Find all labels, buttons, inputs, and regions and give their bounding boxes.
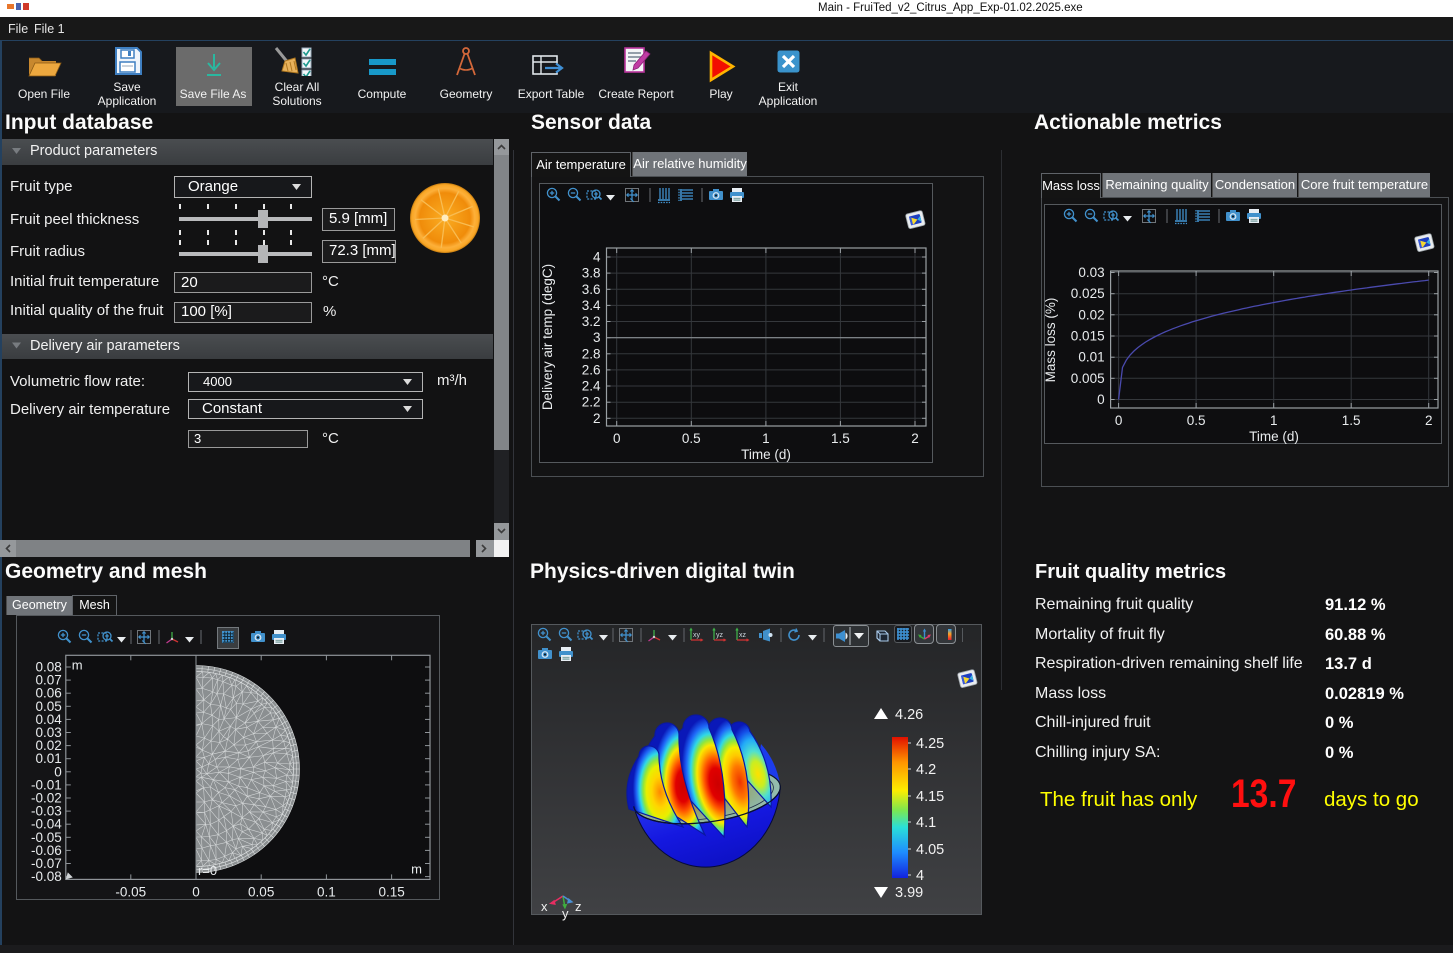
svg-text:m: m xyxy=(411,861,422,876)
svg-text:4: 4 xyxy=(593,250,601,265)
svg-text:2: 2 xyxy=(593,411,601,426)
svg-text:0.05: 0.05 xyxy=(248,884,274,899)
svg-text:z: z xyxy=(575,899,582,914)
svg-text:0.01: 0.01 xyxy=(1078,350,1104,365)
svg-text:4.2: 4.2 xyxy=(916,762,936,778)
svg-text:1: 1 xyxy=(1270,413,1278,428)
svg-text:-0.05: -0.05 xyxy=(115,884,146,899)
svg-text:x: x xyxy=(541,899,548,914)
svg-text:0.025: 0.025 xyxy=(1071,286,1105,301)
svg-text:-0.08: -0.08 xyxy=(31,869,62,884)
svg-text:4: 4 xyxy=(916,868,924,884)
svg-text:0.015: 0.015 xyxy=(1071,329,1105,344)
svg-text:Mass loss (%): Mass loss (%) xyxy=(1044,298,1058,383)
svg-text:1.5: 1.5 xyxy=(1342,413,1361,428)
svg-text:0: 0 xyxy=(192,884,200,899)
svg-text:0: 0 xyxy=(613,431,621,446)
svg-text:3.4: 3.4 xyxy=(582,298,601,313)
svg-text:3: 3 xyxy=(593,330,601,345)
svg-text:Time (d): Time (d) xyxy=(1249,429,1299,444)
svg-text:0.15: 0.15 xyxy=(378,884,404,899)
svg-text:3.6: 3.6 xyxy=(582,282,601,297)
svg-text:4.1: 4.1 xyxy=(916,815,936,831)
svg-text:0: 0 xyxy=(1115,413,1123,428)
svg-text:4.26: 4.26 xyxy=(895,707,923,723)
svg-text:2.6: 2.6 xyxy=(582,362,601,377)
svg-text:0.005: 0.005 xyxy=(1071,371,1105,386)
svg-text:3.2: 3.2 xyxy=(582,314,601,329)
svg-text:r=0: r=0 xyxy=(198,863,217,878)
svg-text:2.8: 2.8 xyxy=(582,346,601,361)
svg-text:4.25: 4.25 xyxy=(916,736,944,752)
svg-text:0: 0 xyxy=(1097,392,1105,407)
svg-text:Time (d): Time (d) xyxy=(741,447,791,462)
svg-text:0.1: 0.1 xyxy=(317,884,336,899)
svg-text:1.5: 1.5 xyxy=(831,431,850,446)
svg-text:2.2: 2.2 xyxy=(582,395,601,410)
svg-text:m: m xyxy=(72,657,83,672)
svg-text:2.4: 2.4 xyxy=(582,379,601,394)
svg-text:0.03: 0.03 xyxy=(1078,265,1104,280)
svg-text:2: 2 xyxy=(1425,413,1433,428)
svg-text:0.5: 0.5 xyxy=(1187,413,1206,428)
svg-text:4.05: 4.05 xyxy=(916,842,944,858)
svg-text:0.02: 0.02 xyxy=(1078,307,1104,322)
svg-text:2: 2 xyxy=(911,431,919,446)
svg-text:1: 1 xyxy=(762,431,770,446)
svg-text:3.99: 3.99 xyxy=(895,885,923,901)
svg-text:3.8: 3.8 xyxy=(582,266,601,281)
svg-text:Delivery air temp (degC): Delivery air temp (degC) xyxy=(540,264,555,410)
svg-text:0.5: 0.5 xyxy=(682,431,701,446)
svg-text:4.15: 4.15 xyxy=(916,789,944,805)
svg-text:y: y xyxy=(562,906,569,921)
